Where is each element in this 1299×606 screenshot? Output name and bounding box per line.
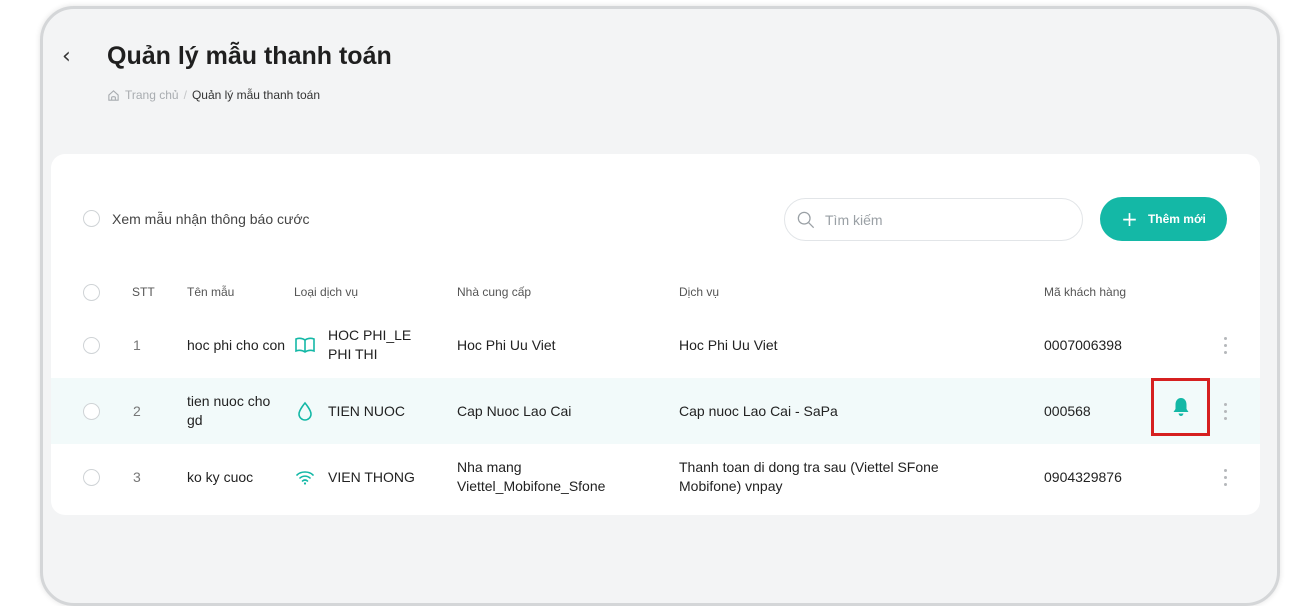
- row-provider: Nha mang Viettel_Mobifone_Sfone: [457, 459, 606, 494]
- row-select-radio[interactable]: [83, 468, 100, 486]
- home-icon[interactable]: [107, 89, 120, 102]
- column-header-name: Tên mẫu: [187, 285, 235, 299]
- row-stt: 3: [133, 469, 141, 485]
- book-icon: [295, 337, 315, 353]
- plus-icon: +: [1121, 207, 1138, 231]
- column-header-stt: STT: [132, 285, 155, 299]
- search-box[interactable]: [784, 198, 1083, 241]
- page-title: Quản lý mẫu thanh toán: [107, 42, 392, 70]
- search-input[interactable]: [825, 211, 1055, 228]
- row-service-type: VIEN THONG: [328, 469, 415, 485]
- row-more-icon[interactable]: [1215, 312, 1235, 378]
- row-provider: Hoc Phi Uu Viet: [457, 336, 556, 353]
- column-header-provider: Nhà cung cấp: [457, 285, 532, 299]
- column-header-service: Dịch vụ: [679, 285, 720, 299]
- row-service: Cap nuoc Lao Cai - SaPa: [679, 403, 838, 419]
- column-header-customer-code: Mã khách hàng: [1044, 285, 1127, 299]
- breadcrumb-current: Quản lý mẫu thanh toán: [191, 88, 321, 102]
- row-stt: 1: [133, 337, 141, 353]
- add-new-button[interactable]: + Thêm mới: [1100, 197, 1227, 241]
- row-template-name: hoc phi cho con: [187, 336, 286, 353]
- row-template-name: ko ky cuoc: [187, 468, 254, 485]
- table-row[interactable]: 1 hoc phi cho con HOC PHI_LE PHI THI Hoc…: [51, 312, 1260, 378]
- row-service-type: TIEN NUOC: [328, 403, 405, 419]
- row-customer-code: 000568: [1044, 403, 1091, 419]
- row-select-radio[interactable]: [83, 402, 100, 420]
- notice-filter-toggle[interactable]: Xem mẫu nhận thông báo cước: [83, 210, 310, 227]
- breadcrumb-home[interactable]: Trang chủ: [125, 88, 179, 102]
- add-new-label: Thêm mới: [1147, 212, 1206, 226]
- row-service: Thanh toan di dong tra sau (Viettel SFon…: [679, 459, 939, 494]
- row-service-type: HOC PHI_LE PHI THI: [328, 327, 412, 362]
- row-service: Hoc Phi Uu Viet: [679, 336, 778, 353]
- templates-card: Xem mẫu nhận thông báo cước + Thêm mới S…: [51, 154, 1260, 515]
- wifi-icon: [296, 471, 314, 485]
- table-header: STT Tên mẫu Loại dịch vụ Nhà cung cấp Dị…: [51, 274, 1260, 310]
- back-icon[interactable]: ‹: [62, 44, 71, 69]
- table-row[interactable]: 2 tien nuoc cho gd TIEN NUOC Cap Nuoc La…: [51, 378, 1260, 444]
- column-header-service-type: Loại dịch vụ: [294, 285, 359, 299]
- row-provider: Cap Nuoc Lao Cai: [457, 403, 572, 419]
- row-customer-code: 0904329876: [1044, 469, 1122, 485]
- row-template-name: tien nuoc cho gd: [187, 393, 271, 428]
- notification-highlight[interactable]: [1151, 378, 1210, 436]
- select-all-radio[interactable]: [83, 283, 100, 301]
- row-more-icon[interactable]: [1215, 378, 1235, 444]
- row-select-radio[interactable]: [83, 336, 100, 354]
- row-more-icon[interactable]: [1215, 444, 1235, 510]
- breadcrumb: Trang chủ / Quản lý mẫu thanh toán: [107, 88, 320, 102]
- notice-filter-radio[interactable]: [83, 210, 100, 227]
- notice-filter-label: Xem mẫu nhận thông báo cước: [112, 210, 310, 227]
- water-drop-icon: [298, 401, 312, 421]
- breadcrumb-separator: /: [183, 88, 187, 102]
- table-row[interactable]: 3 ko ky cuoc VIEN THONG Nha mang Viettel…: [51, 444, 1260, 510]
- row-customer-code: 0007006398: [1044, 337, 1122, 353]
- search-icon: [797, 211, 815, 228]
- bell-icon[interactable]: [1171, 396, 1191, 418]
- row-stt: 2: [133, 403, 141, 419]
